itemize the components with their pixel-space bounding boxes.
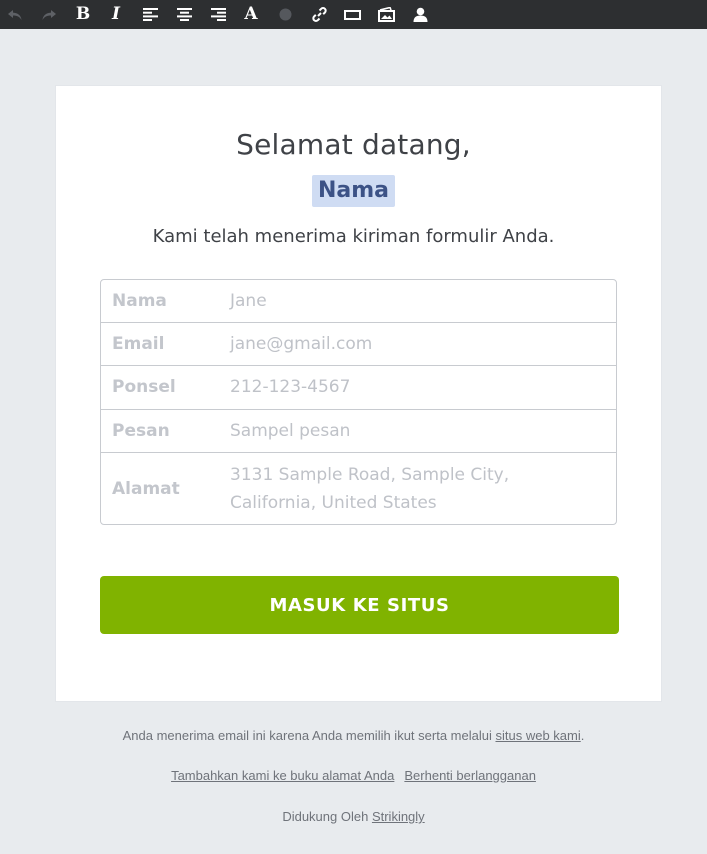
field-label-address: Alamat	[112, 479, 180, 499]
enter-site-button[interactable]: MASUK KE SITUS	[100, 576, 619, 634]
table-row: Pesan Sampel pesan	[101, 410, 616, 453]
strikingly-link[interactable]: Strikingly	[372, 809, 425, 824]
add-to-address-book-link[interactable]: Tambahkan kami ke buku alamat Anda	[171, 768, 394, 783]
footer-links: Tambahkan kami ke buku alamat Anda Berhen…	[0, 768, 707, 783]
table-row: Nama Jane	[101, 280, 616, 323]
field-value-address: 3131 Sample Road, Sample City, Californi…	[230, 465, 510, 513]
italic-icon[interactable]: I	[105, 0, 127, 29]
bold-icon[interactable]: B	[72, 0, 94, 29]
footer-notice-end: .	[580, 728, 585, 743]
align-right-icon[interactable]	[207, 0, 229, 29]
user-icon[interactable]	[409, 0, 431, 29]
field-label-email: Email	[112, 334, 165, 354]
powered-by-text: Didukung Oleh	[282, 809, 369, 824]
field-label-message: Pesan	[112, 421, 170, 441]
powered-by: Didukung Oleh Strikingly	[0, 809, 707, 824]
name-placeholder-tag[interactable]: Nama	[311, 175, 396, 207]
font-color-label: A	[244, 4, 258, 24]
name-placeholder-row: Nama	[0, 175, 707, 207]
table-row: Email jane@gmail.com	[101, 323, 616, 366]
image-icon[interactable]	[375, 0, 397, 29]
italic-label: I	[112, 4, 120, 24]
unsubscribe-link[interactable]: Berhenti berlangganan	[404, 768, 536, 783]
table-row: Alamat 3131 Sample Road, Sample City, Ca…	[101, 453, 616, 524]
confirmation-message: Kami telah menerima kiriman formulir And…	[152, 226, 555, 247]
field-value-phone: 212-123-4567	[230, 377, 351, 397]
field-label-name: Nama	[112, 291, 167, 311]
greeting-heading: Selamat datang,	[236, 128, 471, 161]
align-left-icon[interactable]	[139, 0, 161, 29]
link-icon[interactable]	[308, 0, 330, 29]
field-label-phone: Ponsel	[112, 377, 176, 397]
color-dot-icon[interactable]	[274, 0, 296, 29]
table-row: Ponsel 212-123-4567	[101, 366, 616, 410]
field-value-email: jane@gmail.com	[230, 334, 373, 354]
editor-toolbar: B I A	[0, 0, 707, 29]
footer-notice: Anda menerima email ini karena Anda memi…	[0, 728, 707, 743]
footer-notice-text: Anda menerima email ini karena Anda memi…	[122, 728, 492, 743]
redo-icon[interactable]	[38, 0, 60, 29]
field-value-name: Jane	[230, 291, 267, 311]
bold-label: B	[75, 4, 91, 24]
field-value-message: Sampel pesan	[230, 421, 351, 441]
submission-table: Nama Jane Email jane@gmail.com Ponsel 21…	[100, 279, 617, 525]
website-link[interactable]: situs web kami	[495, 728, 580, 743]
font-color-icon[interactable]: A	[240, 0, 262, 29]
button-icon[interactable]	[341, 0, 363, 29]
align-center-icon[interactable]	[173, 0, 195, 29]
undo-icon[interactable]	[4, 0, 26, 29]
